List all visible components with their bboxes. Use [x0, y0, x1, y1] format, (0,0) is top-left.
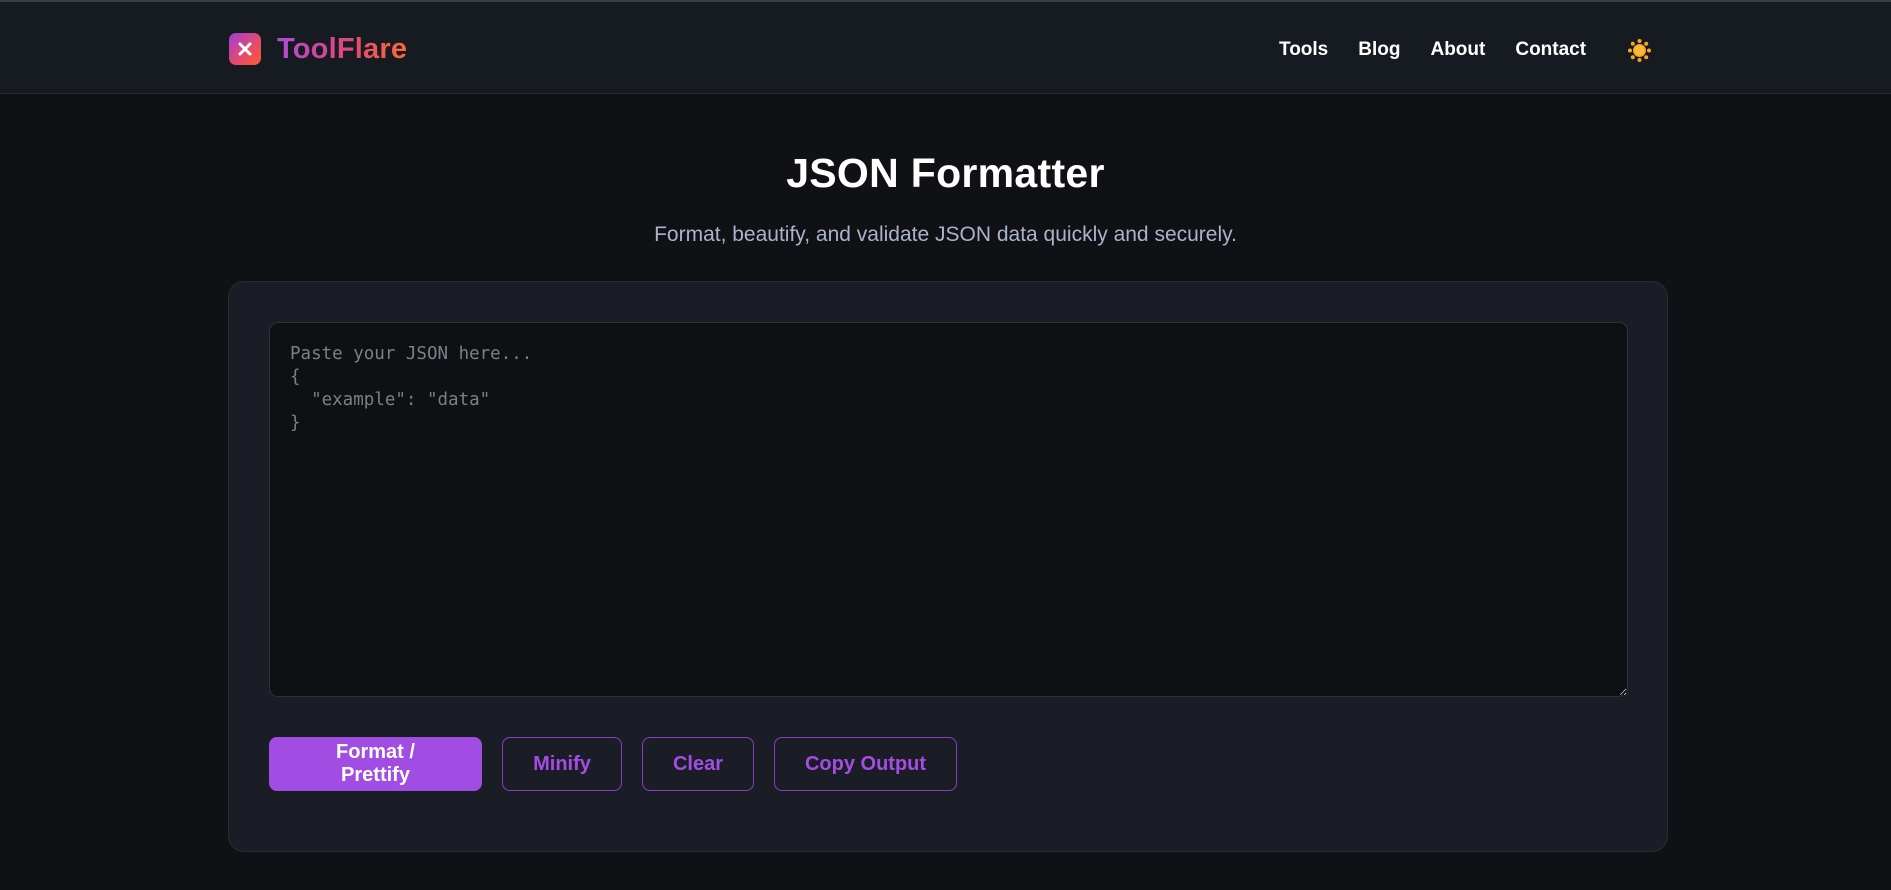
json-input[interactable]: [269, 322, 1628, 697]
site-header: ToolFlare Tools Blog About Contact: [0, 2, 1891, 94]
main-nav: Tools Blog About Contact: [1279, 36, 1616, 64]
theme-toggle-button[interactable]: [1627, 38, 1652, 63]
formatter-card: Format / Prettify Minify Clear Copy Outp…: [228, 281, 1668, 852]
clear-button[interactable]: Clear: [642, 737, 754, 791]
minify-button[interactable]: Minify: [502, 737, 622, 791]
brand-logo-link[interactable]: ToolFlare: [229, 31, 407, 67]
copy-output-button[interactable]: Copy Output: [774, 737, 957, 791]
nav-link-about[interactable]: About: [1430, 39, 1485, 61]
action-buttons: Format / Prettify Minify Clear Copy Outp…: [269, 737, 957, 791]
page-title: JSON Formatter: [786, 150, 1105, 196]
format-prettify-button[interactable]: Format / Prettify: [269, 737, 482, 791]
nav-link-contact[interactable]: Contact: [1515, 39, 1586, 61]
nav-link-blog[interactable]: Blog: [1358, 39, 1400, 61]
page-subtitle: Format, beautify, and validate JSON data…: [654, 223, 1237, 246]
nav-link-tools[interactable]: Tools: [1279, 39, 1328, 61]
toolflare-logo-icon: [229, 33, 261, 65]
brand-name: ToolFlare: [277, 32, 408, 65]
sun-icon: [1628, 39, 1651, 62]
